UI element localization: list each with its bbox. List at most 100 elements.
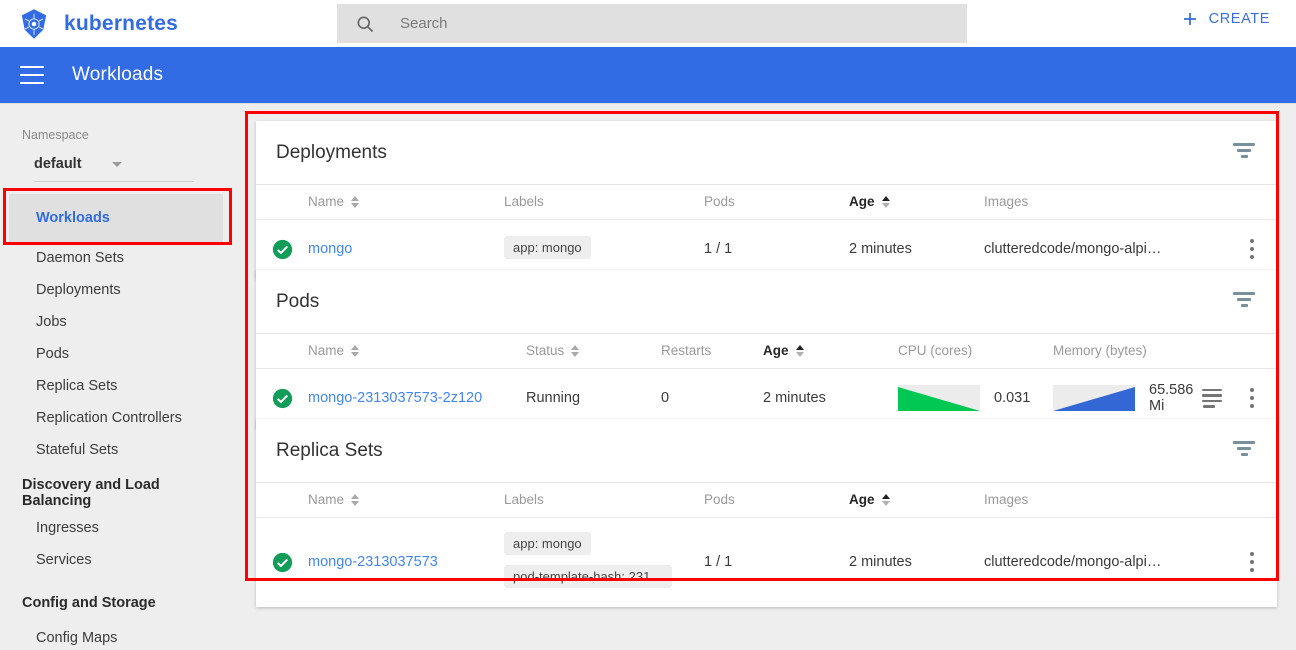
replicaset-name-link[interactable]: mongo-2313037573 xyxy=(308,554,438,570)
kebab-menu-icon[interactable] xyxy=(1241,552,1263,573)
kebab-menu-icon[interactable] xyxy=(1241,239,1263,260)
action-bar: Workloads xyxy=(0,47,1296,103)
column-header-name[interactable]: Name xyxy=(308,483,504,518)
deployments-card-title: Deployments xyxy=(276,141,387,163)
sidebar-item-replication-controllers[interactable]: Replication Controllers xyxy=(0,402,232,434)
sidebar-item-replica-sets[interactable]: Replica Sets xyxy=(0,370,232,402)
actions-column-header xyxy=(1235,483,1277,518)
label-chip: app: mongo xyxy=(504,235,591,259)
create-button-label: CREATE xyxy=(1208,11,1270,27)
column-header-memory[interactable]: Memory (bytes) xyxy=(1053,334,1199,369)
cpu-value: 0.031 xyxy=(994,390,1031,407)
column-header-pods[interactable]: Pods xyxy=(704,185,849,220)
row-age: 2 minutes xyxy=(849,554,912,571)
deployments-card: Deployments Name Labels Pods Age Images xyxy=(256,121,1277,279)
kebab-menu-icon[interactable] xyxy=(1241,388,1263,409)
create-button[interactable]: CREATE xyxy=(1175,9,1276,29)
row-actions xyxy=(1235,517,1277,607)
sidebar-item-daemon-sets[interactable]: Daemon Sets xyxy=(0,242,232,274)
table-row[interactable]: mongo-2313037573 app: mongo pod-template… xyxy=(256,517,1277,607)
sidebar-item-label: Stateful Sets xyxy=(36,442,119,458)
search-input[interactable] xyxy=(398,14,918,33)
sidebar-item-pods[interactable]: Pods xyxy=(0,338,232,370)
filter-icon[interactable] xyxy=(1233,143,1255,161)
column-header-age[interactable]: Age xyxy=(763,334,898,369)
row-status xyxy=(256,517,308,607)
column-header-status[interactable]: Status xyxy=(526,334,661,369)
column-header-images[interactable]: Images xyxy=(984,185,1235,220)
sidebar-item-label: Ingresses xyxy=(36,520,99,536)
column-header-cpu[interactable]: CPU (cores) xyxy=(898,334,1053,369)
status-column-header xyxy=(256,334,308,369)
logs-icon[interactable] xyxy=(1201,388,1223,408)
deployments-table: Name Labels Pods Age Images mongo app: m… xyxy=(256,185,1277,279)
namespace-select[interactable]: default xyxy=(34,156,194,182)
pods-card-title: Pods xyxy=(276,290,320,312)
replicasets-card-header: Replica Sets xyxy=(256,419,1277,483)
sort-arrows-icon xyxy=(351,344,360,357)
replicasets-card-title: Replica Sets xyxy=(276,439,383,461)
column-header-name[interactable]: Name xyxy=(308,334,526,369)
sort-arrows-icon xyxy=(795,344,804,357)
pods-card: Pods Name Status Restarts Age CPU (cores… xyxy=(256,270,1277,428)
sort-arrows-icon xyxy=(881,493,890,506)
column-header-pods[interactable]: Pods xyxy=(704,483,849,518)
sidebar-item-label: Config Maps xyxy=(36,630,118,646)
hamburger-menu-icon[interactable] xyxy=(20,66,44,84)
sidebar: Namespace default Workloads Daemon Sets De… xyxy=(0,103,232,650)
sidebar-item-workloads[interactable]: Workloads xyxy=(9,194,223,242)
deployments-card-header: Deployments xyxy=(256,121,1277,185)
sidebar-item-ingresses[interactable]: Ingresses xyxy=(0,512,232,544)
filter-icon[interactable] xyxy=(1233,292,1255,310)
kubernetes-logo-icon xyxy=(21,8,47,39)
sidebar-item-label: Deployments xyxy=(36,282,121,298)
sort-arrows-icon xyxy=(881,195,890,208)
column-header-restarts[interactable]: Restarts xyxy=(661,334,763,369)
memory-sparkline-chart xyxy=(1053,385,1135,412)
filter-icon[interactable] xyxy=(1233,441,1255,459)
deployment-name-link[interactable]: mongo xyxy=(308,241,352,257)
sidebar-item-label: Workloads xyxy=(36,210,110,226)
column-header-age[interactable]: Age xyxy=(849,185,984,220)
search-icon xyxy=(357,16,374,32)
row-pods: 1 / 1 xyxy=(704,554,733,571)
sidebar-item-deployments[interactable]: Deployments xyxy=(0,274,232,306)
sidebar-group-config-and-storage: Config and Storage xyxy=(0,584,232,622)
label-chip: pod-template-hash: 231… xyxy=(504,565,673,589)
pods-table: Name Status Restarts Age CPU (cores) Mem… xyxy=(256,334,1277,428)
row-name[interactable]: mongo-2313037573 xyxy=(308,517,504,607)
sidebar-group-discovery-and-load-balancing: Discovery and Load Balancing xyxy=(0,474,232,512)
row-images: clutteredcode/mongo-alpi… xyxy=(984,554,1162,571)
sidebar-item-label: Pods xyxy=(36,346,70,362)
table-header-row: Name Labels Pods Age Images xyxy=(256,185,1277,220)
actions-column-header xyxy=(1235,185,1277,220)
pod-name-link[interactable]: mongo-2313037573-2z120 xyxy=(308,390,482,406)
status-ok-icon xyxy=(272,239,292,259)
plus-icon xyxy=(1183,13,1196,25)
page-title: Workloads xyxy=(72,64,164,85)
column-header-age[interactable]: Age xyxy=(849,483,984,518)
sidebar-item-label: Config and Storage xyxy=(22,595,156,611)
sidebar-item-stateful-sets[interactable]: Stateful Sets xyxy=(0,434,232,466)
namespace-value: default xyxy=(34,156,82,172)
status-column-header xyxy=(256,185,308,220)
replicasets-card: Replica Sets Name Labels Pods Age Images xyxy=(256,419,1277,607)
search-bar[interactable] xyxy=(337,4,967,43)
row-labels: app: mongo pod-template-hash: 231… xyxy=(504,517,704,607)
column-header-labels[interactable]: Labels xyxy=(504,185,704,220)
label-chip: app: mongo xyxy=(504,532,591,556)
sidebar-item-jobs[interactable]: Jobs xyxy=(0,306,232,338)
brand[interactable]: kubernetes xyxy=(18,8,178,40)
column-header-labels[interactable]: Labels xyxy=(504,483,704,518)
table-header-row: Name Status Restarts Age CPU (cores) Mem… xyxy=(256,334,1277,369)
sidebar-item-services[interactable]: Services xyxy=(0,544,232,576)
brand-name: kubernetes xyxy=(64,11,179,35)
sidebar-item-label: Jobs xyxy=(36,314,67,330)
table-header-row: Name Labels Pods Age Images xyxy=(256,483,1277,518)
status-column-header xyxy=(256,483,308,518)
status-ok-icon xyxy=(272,552,292,572)
top-bar: kubernetes CREATE xyxy=(0,0,1296,47)
column-header-name[interactable]: Name xyxy=(308,185,504,220)
column-header-images[interactable]: Images xyxy=(984,483,1235,518)
sidebar-item-config-maps[interactable]: Config Maps xyxy=(0,622,232,650)
